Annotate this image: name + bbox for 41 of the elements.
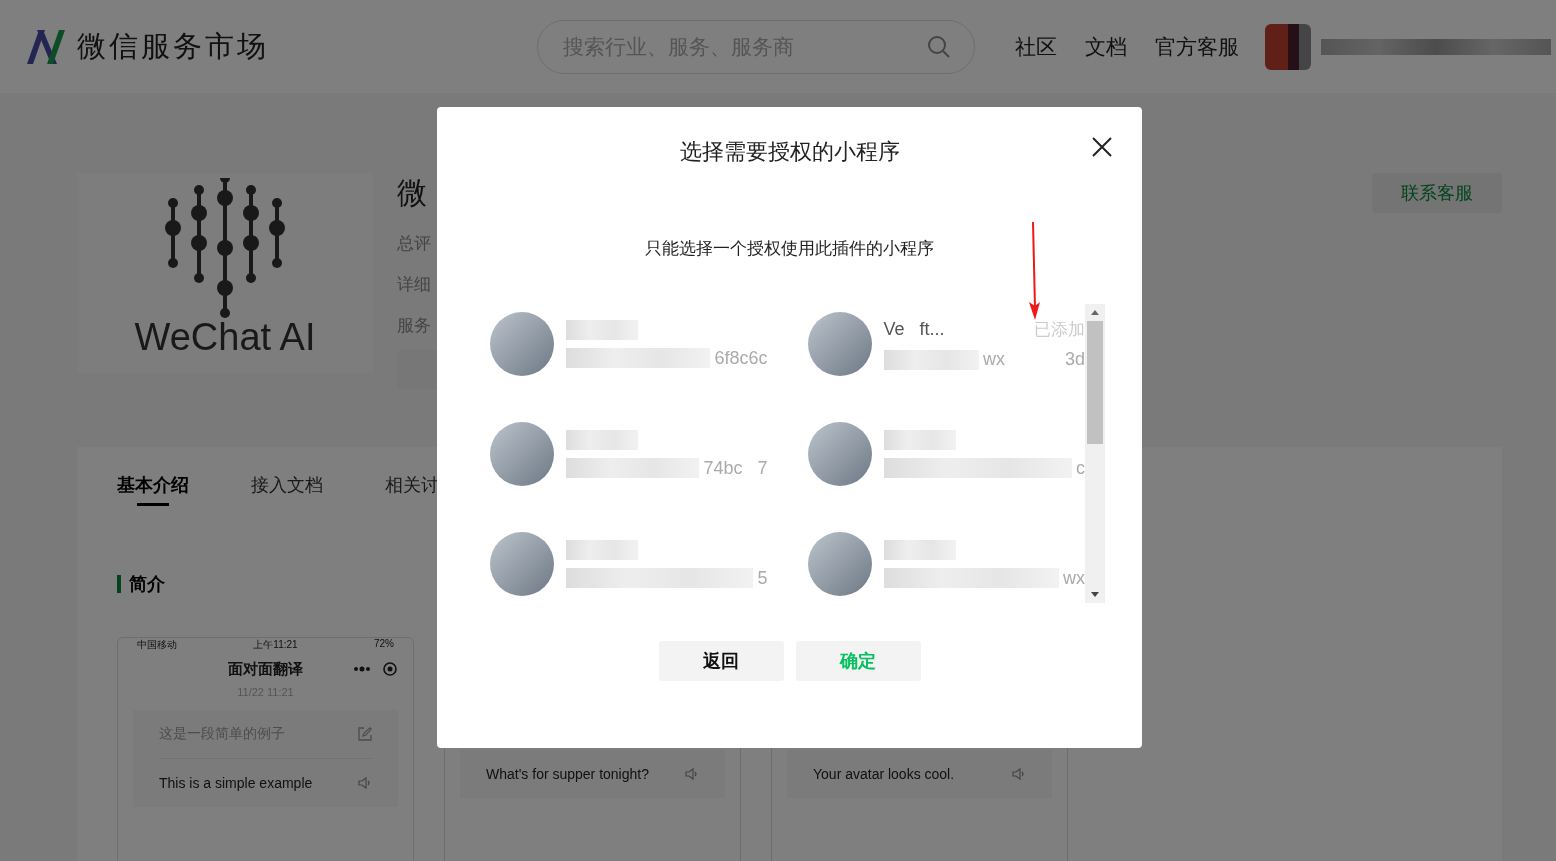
tab[interactable]: 相关讨 (385, 473, 439, 509)
dialog-title: 选择需要授权的小程序 (679, 138, 900, 166)
mini-program-title: 面对面翻译 (228, 659, 303, 679)
tab[interactable]: 基本介绍 (117, 473, 189, 509)
tab[interactable]: 接入文档 (251, 473, 323, 509)
message-text: This is a simple example (159, 775, 313, 791)
dialog-subtitle: 只能选择一个授权使用此插件的小程序 (645, 238, 934, 260)
message-text: Your avatar looks cool. (813, 766, 955, 782)
mini-program-item[interactable]: 6f8c6c (490, 304, 768, 384)
nav-link[interactable]: 社区 (1015, 32, 1057, 61)
name-blurred (566, 429, 638, 450)
name-blurred (566, 539, 638, 560)
logo-icon (25, 29, 65, 64)
mini-program-item[interactable]: c (807, 414, 1085, 494)
scrollbar[interactable] (1085, 304, 1105, 603)
close-icon[interactable] (1092, 137, 1112, 157)
contact-service-button[interactable]: 联系客服 (1372, 173, 1502, 213)
site-title: 微信服务市场 (77, 28, 269, 64)
speaker-icon (685, 767, 699, 781)
nav-link[interactable]: 官方客服 (1155, 32, 1239, 61)
carrier-text: 中国移动 (137, 638, 177, 652)
speaker-icon (1012, 767, 1026, 781)
edit-icon (358, 727, 372, 741)
capsule-menu-icon (352, 661, 398, 677)
speaker-icon (358, 776, 372, 790)
app-id: 74bc 7 (703, 457, 768, 479)
app-name: Ve ft... (883, 319, 945, 340)
user-avatar[interactable] (1265, 23, 1311, 70)
app-id: wx 3d (982, 349, 1085, 370)
product-title: 微 (397, 175, 428, 211)
search-icon (927, 34, 951, 59)
nav-link[interactable]: 文档 (1085, 32, 1127, 61)
battery-text: 72% (374, 638, 394, 651)
clock-text: 上午11:21 (253, 638, 298, 652)
mini-program-item[interactable]: 74bc 7 (490, 414, 768, 494)
back-button[interactable]: 返回 (658, 641, 784, 681)
message-text: What's for supper tonight? (486, 766, 649, 782)
name-blurred (566, 319, 638, 340)
app-id: 6f8c6c (714, 347, 768, 369)
logo-wordmark: WeChat AI (134, 316, 316, 359)
app-id: c (1076, 457, 1085, 479)
